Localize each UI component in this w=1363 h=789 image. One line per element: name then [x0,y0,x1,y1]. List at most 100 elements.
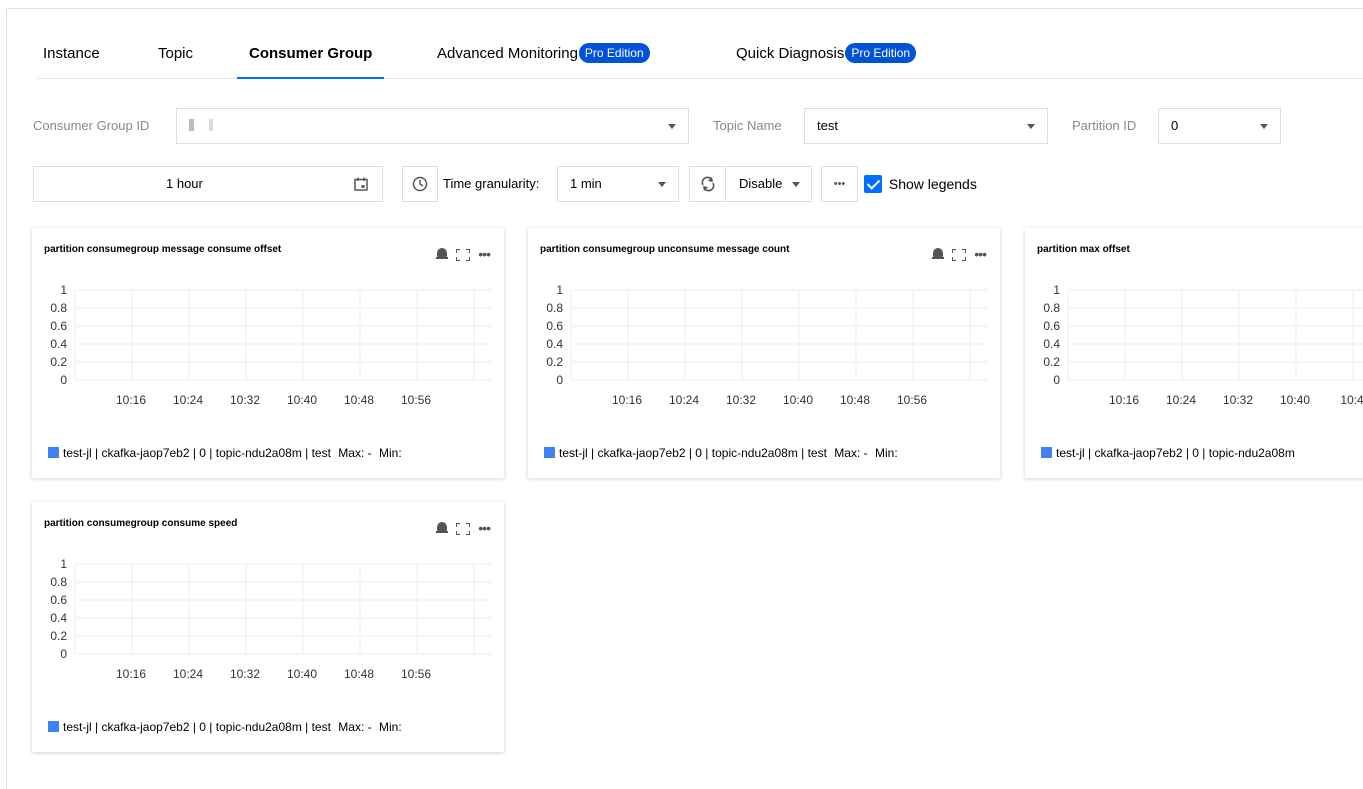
x-tick-label: 10:24 [173,393,203,407]
y-tick-label: 0.6 [546,319,563,333]
legend-swatch [48,447,59,458]
chart-title: partition consumegroup consume speed [44,518,238,529]
pro-edition-badge: Pro Edition [578,43,650,63]
time-range-value: 1 hour [166,176,203,191]
topic-name-value: test [817,118,838,133]
consumer-group-id-label: Consumer Group ID [33,118,150,133]
legend-min: Min: [378,720,402,734]
x-tick-label: 10:40 [1280,393,1310,407]
legend-max: Max: - [338,446,372,460]
chart-legend[interactable]: test-jl | ckafka-jaop7eb2 | 0 | topic-nd… [544,446,898,460]
chart-card: partition consumegroup message consume o… [32,228,504,478]
topic-name-label: Topic Name [713,118,782,133]
x-tick-label: 10:48 [344,393,374,407]
y-tick-label: 0.2 [50,355,67,369]
show-legends-label: Show legends [888,176,977,192]
tab-advanced-monitoring-label: Advanced Monitoring [437,45,578,62]
y-tick-label: 0.4 [546,337,563,351]
y-tick-label: 0.4 [50,611,67,625]
y-tick-label: 0.6 [1043,319,1060,333]
bell-icon[interactable] [932,247,945,261]
time-range-picker[interactable]: 1 hour [33,166,383,202]
x-tick-label: 10:48 [344,667,374,681]
chevron-down-icon [658,182,666,187]
legend-max: Max: - [834,446,868,460]
x-tick-label: 10:48 [840,393,870,407]
more-icon: ••• [833,178,846,190]
tab-quick-diagnosis[interactable]: Quick Diagnosis Pro Edition [736,39,917,79]
chevron-down-icon [1027,124,1035,129]
more-icon[interactable]: ••• [478,520,491,536]
legend-series-label: test-jl | ckafka-jaop7eb2 | 0 | topic-nd… [559,446,827,460]
fullscreen-icon[interactable] [952,249,967,261]
checkbox-checked-icon [864,175,882,193]
chevron-down-icon [668,124,676,129]
chart-title: partition consumegroup message consume o… [44,244,282,255]
y-tick-label: 1 [60,283,67,297]
legend-series-label: test-jl | ckafka-jaop7eb2 | 0 | topic-nd… [63,720,331,734]
legend-min: Min: [874,446,898,460]
legend-max: Max: - [338,720,372,734]
tab-bar: Instance Topic Consumer Group Advanced M… [37,39,1363,79]
line-chart: 1 0.8 0.6 0.4 0.2 0 10:16 10:24 10:32 10:40 10:48 1… [50,557,492,681]
time-granularity-select[interactable]: 1 min [557,166,679,202]
more-icon[interactable]: ••• [478,246,491,262]
fullscreen-icon[interactable] [456,249,471,261]
more-options-button[interactable]: ••• [821,166,858,202]
chart-toolbar: ••• [428,520,491,538]
x-tick-label: 10:56 [401,393,431,407]
tab-instance[interactable]: Instance [43,39,100,79]
legend-swatch [48,721,59,732]
y-tick-label: 0.6 [50,319,67,333]
y-tick-label: 0.8 [50,301,67,315]
refresh-button[interactable] [689,166,726,202]
y-tick-label: 1 [1053,283,1060,297]
legend-series-label: test-jl | ckafka-jaop7eb2 | 0 | topic-nd… [63,446,331,460]
tab-topic[interactable]: Topic [158,39,193,79]
tab-advanced-monitoring[interactable]: Advanced Monitoring Pro Edition [437,39,650,79]
x-tick-label: 10:24 [1166,393,1196,407]
y-tick-label: 0.2 [1043,355,1060,369]
chevron-down-icon [792,182,800,187]
consumer-group-id-select[interactable] [176,108,689,144]
x-tick-label: 10:16 [116,393,146,407]
x-tick-label: 10:4 [1340,393,1363,407]
bell-icon[interactable] [436,521,449,535]
x-tick-label: 10:40 [783,393,813,407]
legend-series-label: test-jl | ckafka-jaop7eb2 | 0 | topic-nd… [1056,446,1295,460]
y-tick-label: 0.4 [50,337,67,351]
time-granularity-value: 1 min [570,176,602,191]
y-tick-label: 1 [556,283,563,297]
fullscreen-icon[interactable] [456,523,471,535]
chart-legend[interactable]: test-jl | ckafka-jaop7eb2 | 0 | topic-nd… [48,720,402,734]
y-tick-label: 0 [1053,373,1060,387]
redacted-value [189,119,225,131]
show-legends-checkbox[interactable]: Show legends [864,175,977,193]
y-tick-label: 0.8 [1043,301,1060,315]
line-chart: 1 0.8 0.6 0.4 0.2 0 10:16 10:24 10:32 10:40 10:4 [1043,283,1363,407]
partition-id-select[interactable]: 0 [1158,108,1281,144]
x-tick-label: 10:40 [287,393,317,407]
y-tick-label: 0 [60,373,67,387]
topic-name-select[interactable]: test [804,108,1048,144]
clock-button[interactable] [402,166,438,202]
y-tick-label: 0.8 [50,575,67,589]
line-chart: 1 0.8 0.6 0.4 0.2 0 10:16 10:24 10:32 10:40 10:48 1… [50,283,492,407]
y-tick-label: 0 [60,647,67,661]
x-tick-label: 10:16 [116,667,146,681]
partition-id-label: Partition ID [1072,118,1137,133]
tab-consumer-group[interactable]: Consumer Group [237,39,385,79]
bell-icon[interactable] [436,247,449,261]
x-tick-label: 10:24 [669,393,699,407]
chart-toolbar: ••• [924,246,987,264]
x-tick-label: 10:16 [1109,393,1139,407]
more-icon[interactable]: ••• [974,246,987,262]
chart-legend[interactable]: test-jl | ckafka-jaop7eb2 | 0 | topic-nd… [1041,446,1295,460]
chart-legend[interactable]: test-jl | ckafka-jaop7eb2 | 0 | topic-nd… [48,446,402,460]
auto-refresh-select[interactable]: Disable [725,166,812,202]
x-tick-label: 10:56 [401,667,431,681]
chart-card: partition consumegroup unconsume message… [528,228,1000,478]
tab-consumer-group-label: Consumer Group [249,45,373,62]
x-tick-label: 10:56 [897,393,927,407]
refresh-icon [701,176,715,192]
